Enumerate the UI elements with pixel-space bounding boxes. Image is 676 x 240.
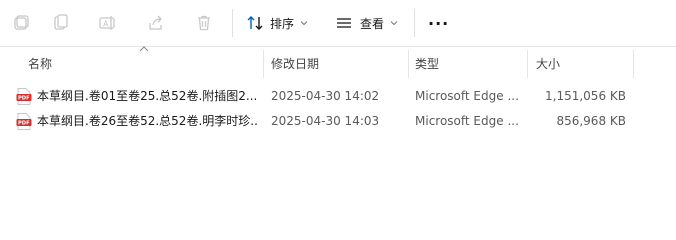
delete-icon [198,15,210,31]
pdf-icon: PDF [16,113,32,130]
pdf-icon: PDF [16,88,32,105]
more-options-button[interactable]: ··· [428,8,449,38]
view-label: 查看 [360,16,385,31]
file-size: 856,968 KB [556,114,626,128]
column-header-size[interactable]: 大小 [536,50,616,78]
svg-text:PDF: PDF [18,121,30,127]
delete-button[interactable] [189,8,219,38]
column-header-type[interactable]: 类型 [415,50,515,78]
column-header-date[interactable]: 修改日期 [271,50,401,78]
file-row[interactable]: PDF 本草纲目.卷01至卷25.总52卷.附插图2... 2025-04-30… [0,84,676,109]
chevron-down-icon [390,21,398,26]
file-type: Microsoft Edge ... [415,89,519,103]
sort-label: 排序 [270,16,295,31]
column-divider[interactable] [527,50,528,78]
file-size: 1,151,056 KB [545,89,626,103]
file-row[interactable]: PDF 本草纲目.卷26至卷52.总52卷.明李时珍... 2025-04-30… [0,109,676,134]
svg-text:A: A [103,20,109,29]
sort-button[interactable]: 排序 [246,8,308,38]
share-button[interactable] [141,8,171,38]
rename-button[interactable]: A [93,8,123,38]
column-header-name[interactable]: 名称 [28,50,258,78]
new-item-button[interactable] [6,8,36,38]
column-divider[interactable] [408,50,409,78]
svg-text:PDF: PDF [18,96,30,102]
file-name: 本草纲目.卷01至卷25.总52卷.附插图2... [37,89,258,103]
toolbar-divider [414,9,415,37]
more-icon: ··· [428,13,450,33]
file-name: 本草纲目.卷26至卷52.总52卷.明李时珍... [37,114,259,128]
chevron-down-icon [300,21,308,26]
view-button[interactable]: 查看 [336,8,398,38]
copy-button[interactable] [45,8,75,38]
rename-icon: A [99,16,115,30]
column-divider[interactable] [633,50,634,78]
file-modified-date: 2025-04-30 14:03 [271,114,380,128]
copy-icon [54,14,68,30]
share-icon [149,15,162,30]
command-bar: A 排序 查看 ··· [0,0,676,47]
file-list: PDF 本草纲目.卷01至卷25.总52卷.附插图2... 2025-04-30… [0,84,676,134]
sort-icon [247,16,263,30]
file-modified-date: 2025-04-30 14:02 [271,89,380,103]
view-icon [337,18,351,28]
column-headers: 名称 修改日期 类型 大小 [0,50,676,78]
column-divider[interactable] [263,50,264,78]
toolbar-divider [232,9,233,37]
file-type: Microsoft Edge ... [415,114,519,128]
new-icon [14,15,29,30]
